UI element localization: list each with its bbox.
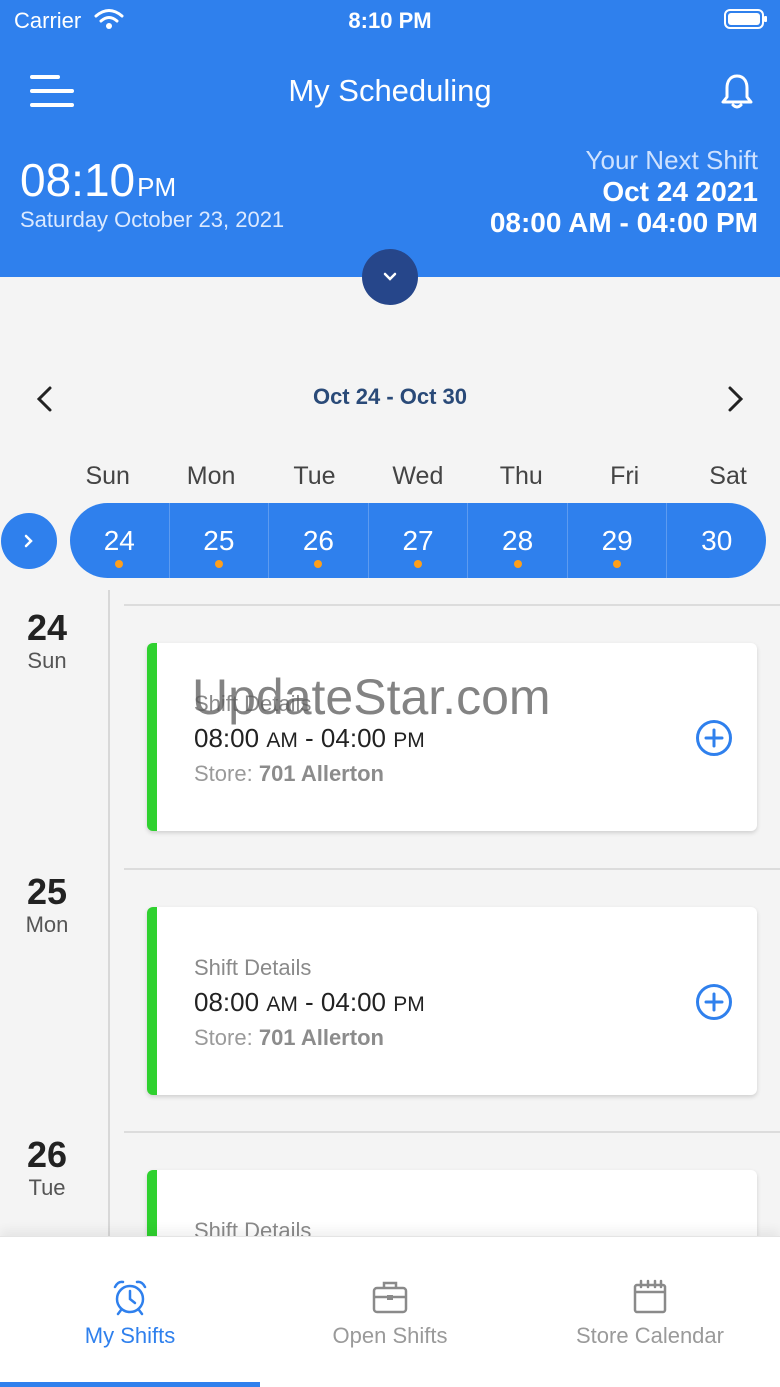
day-name: Wed: [392, 462, 444, 490]
day-label: 25 Mon: [25, 871, 69, 938]
day-cell-26[interactable]: 26: [269, 503, 369, 578]
page-title: My Scheduling: [288, 73, 492, 108]
shift-indicator-dot: [314, 560, 323, 568]
day-label: 26 Tue: [26, 1134, 68, 1201]
day-cell-29[interactable]: 29: [568, 503, 668, 578]
bottom-nav: My Shifts Open Shifts Store Calendar: [0, 1236, 780, 1387]
day-cell-24[interactable]: 24: [70, 503, 170, 578]
shift-indicator-dot: [115, 560, 124, 568]
expand-header-button[interactable]: [362, 249, 418, 305]
calendar-icon: [633, 1279, 667, 1314]
shift-store: Store: 701 Allerton: [194, 761, 384, 786]
chevron-right-icon: [24, 534, 33, 548]
day-name: Sun: [85, 462, 130, 490]
header: Carrier 8:10 PM My Scheduling 08:10PM Sa…: [0, 0, 780, 277]
chevron-down-icon: [383, 272, 397, 281]
day-cell-25[interactable]: 25: [170, 503, 270, 578]
notification-bell-icon[interactable]: [720, 72, 754, 110]
next-shift-label: Your Next Shift: [585, 145, 758, 175]
day-separator: [124, 604, 780, 606]
battery-icon: [724, 9, 767, 29]
add-circle-icon[interactable]: [695, 719, 733, 757]
alarm-clock-icon: [113, 1280, 147, 1316]
nav-store-calendar[interactable]: Store Calendar: [520, 1277, 780, 1349]
day-cell-28[interactable]: 28: [468, 503, 568, 578]
day-name: Thu: [499, 462, 543, 490]
shift-indicator-dot: [613, 560, 622, 568]
day-strip: 24 25 26 27 28 29 30: [70, 503, 766, 578]
briefcase-icon: [372, 1281, 408, 1314]
current-time: 08:10PM: [20, 154, 177, 206]
shift-indicator-dot: [414, 560, 423, 568]
next-week-chevron-icon[interactable]: [720, 384, 750, 414]
timeline-line: [108, 590, 110, 1240]
day-separator: [124, 1131, 780, 1133]
shift-card[interactable]: Shift Details 08:00 AM - 04:00 PM Store:…: [147, 907, 757, 1095]
day-name: Mon: [186, 462, 236, 490]
day-name: Fri: [610, 462, 640, 490]
shift-indicator-dot: [513, 560, 522, 568]
shift-details-label: Shift Details: [194, 955, 312, 980]
shift-time: 08:00 AM - 04:00 PM: [194, 987, 425, 1017]
next-shift-date: Oct 24 2021: [602, 176, 758, 207]
week-scroll-button[interactable]: [1, 513, 57, 569]
day-name: Tue: [293, 462, 336, 490]
day-cell-27[interactable]: 27: [369, 503, 469, 578]
day-names: Sun Mon Tue Wed Thu Fri Sat: [56, 462, 780, 491]
day-separator: [124, 868, 780, 870]
status-bar: Carrier 8:10 PM: [0, 0, 780, 40]
add-circle-icon[interactable]: [695, 983, 733, 1021]
shift-time: 08:00 AM - 04:00 PM: [194, 723, 425, 753]
current-date: Saturday October 23, 2021: [20, 207, 285, 232]
status-clock: 8:10 PM: [348, 8, 432, 33]
watermark: UpdateStar.com: [192, 669, 551, 725]
nav-open-shifts[interactable]: Open Shifts: [260, 1277, 520, 1349]
next-shift-time: 08:00 AM - 04:00 PM: [489, 207, 758, 238]
day-cell-30[interactable]: 30: [667, 503, 766, 578]
shift-indicator-dot: [214, 560, 223, 568]
day-name: Sat: [709, 462, 747, 490]
week-range: Oct 24 - Oct 30: [312, 384, 468, 409]
active-tab-indicator: [0, 1382, 260, 1387]
nav-my-shifts[interactable]: My Shifts: [0, 1277, 260, 1349]
day-label: 24 Sun: [26, 607, 68, 674]
shift-store: Store: 701 Allerton: [194, 1025, 384, 1050]
